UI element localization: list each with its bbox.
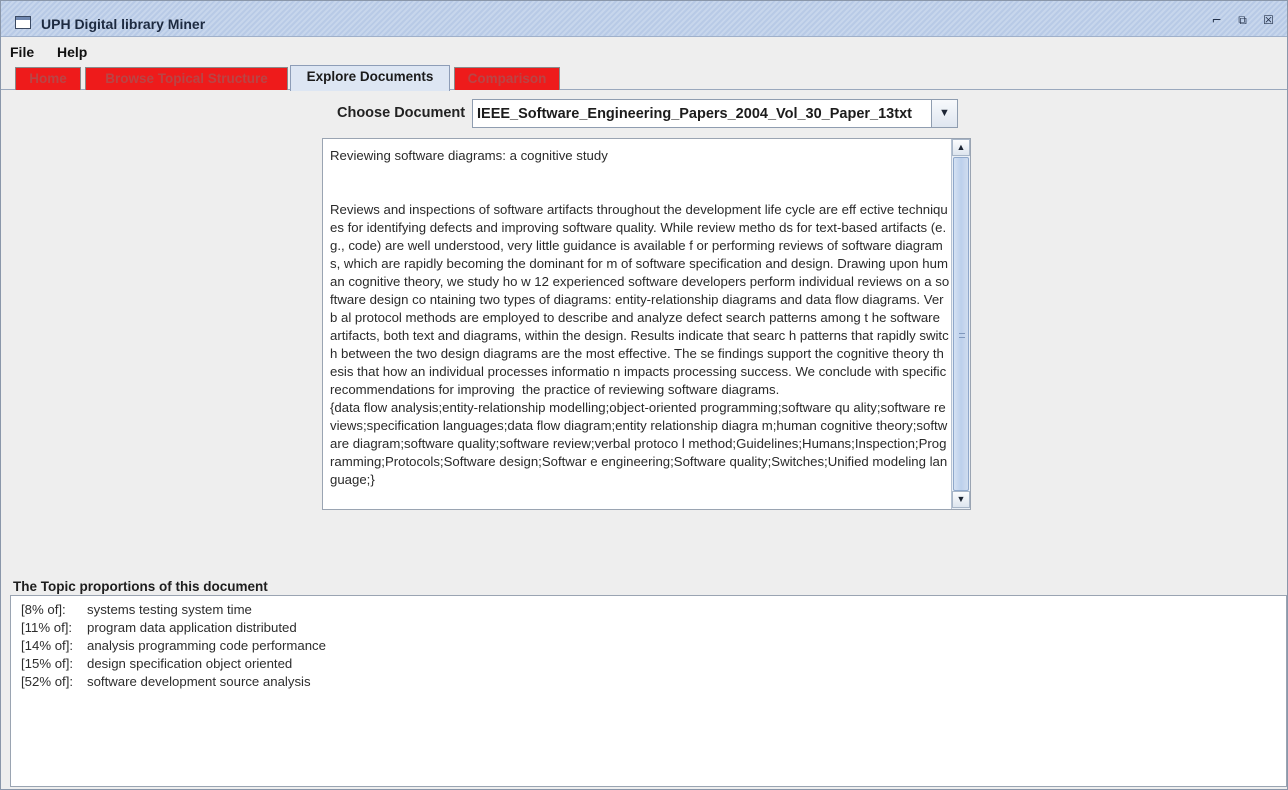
close-icon[interactable]: ☒ <box>1260 14 1277 29</box>
minimize-icon[interactable]: ⌐ <box>1208 14 1225 29</box>
tab-home[interactable]: Home <box>15 67 81 90</box>
grip-icon <box>959 333 965 338</box>
topic-proportions-list[interactable]: [8% of]: systems testing system time [11%… <box>10 595 1287 787</box>
window-title: UPH Digital library Miner <box>41 16 206 32</box>
topic-percent: [15% of]: <box>21 656 74 671</box>
topic-percent: [8% of]: <box>21 602 66 617</box>
scrollbar-thumb[interactable] <box>953 157 969 491</box>
menu-file[interactable]: File <box>10 44 34 60</box>
topic-terms: design specification object oriented <box>87 656 293 671</box>
document-select-value: IEEE_Software_Engineering_Papers_2004_Vo… <box>477 106 912 122</box>
topic-terms: software development source analysis <box>87 674 311 689</box>
window-controls: ⌐ ⧉ ☒ <box>1208 14 1277 29</box>
topic-terms: systems testing system time <box>87 602 252 617</box>
menu-bar: File Help <box>1 38 1287 63</box>
topic-percent: [14% of]: <box>21 638 74 653</box>
document-text-area[interactable]: Reviewing software diagrams: a cognitive… <box>322 138 971 510</box>
list-item: [8% of]: systems testing system time <box>21 602 252 617</box>
app-window-icon <box>15 16 31 29</box>
topic-terms: analysis programming code performance <box>87 638 326 653</box>
topic-proportions-heading: The Topic proportions of this document <box>13 579 268 594</box>
list-item: [15% of]: design specification object ori… <box>21 656 292 671</box>
tab-bar: Home Browse Topical Structure Explore Do… <box>1 64 1287 91</box>
choose-document-label: Choose Document <box>337 105 466 121</box>
maximize-icon[interactable]: ⧉ <box>1234 14 1251 29</box>
tab-explore-documents[interactable]: Explore Documents <box>290 65 450 91</box>
scroll-up-icon[interactable]: ▲ <box>952 139 970 156</box>
tab-comparison[interactable]: Comparison <box>454 67 560 90</box>
topic-percent: [11% of]: <box>21 620 73 635</box>
document-text: Reviewing software diagrams: a cognitive… <box>330 148 950 487</box>
list-item: [52% of]: software development source ana… <box>21 674 311 689</box>
title-bar[interactable]: UPH Digital library Miner ⌐ ⧉ ☒ <box>1 1 1287 37</box>
main-window: UPH Digital library Miner ⌐ ⧉ ☒ File Hel… <box>0 0 1288 790</box>
chevron-down-icon[interactable]: ▼ <box>931 100 957 127</box>
tab-browse-topical-structure[interactable]: Browse Topical Structure <box>85 67 288 90</box>
list-item: [11% of]: program data application distri… <box>21 620 297 635</box>
topic-percent: [52% of]: <box>21 674 74 689</box>
list-item: [14% of]: analysis programming code perfo… <box>21 638 326 653</box>
document-select[interactable]: IEEE_Software_Engineering_Papers_2004_Vo… <box>472 99 958 128</box>
menu-help[interactable]: Help <box>57 44 87 60</box>
topic-terms: program data application distributed <box>87 620 297 635</box>
scroll-down-icon[interactable]: ▼ <box>952 491 970 508</box>
document-scrollbar[interactable]: ▲ ▼ <box>951 139 970 509</box>
